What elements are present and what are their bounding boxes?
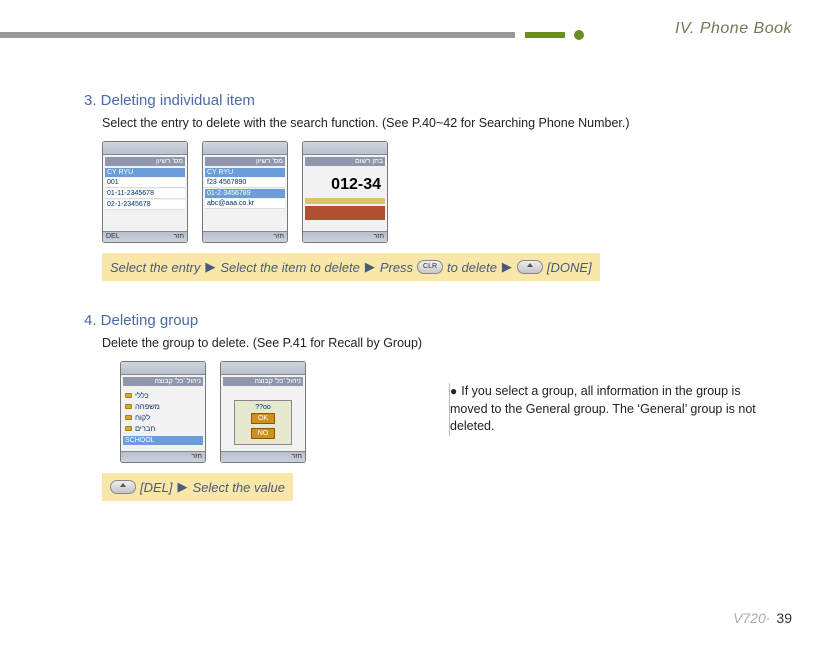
softkey-icon [110,480,136,494]
phone-statusbar [303,142,387,155]
phone-selected-row: CY RYU [205,168,285,177]
softkey-right: חזר [191,453,202,463]
phone-row: 02-1-2345678 [105,200,185,210]
folder-icon [125,393,132,398]
section4-intro: Delete the group to delete. (See P.41 fo… [102,335,764,351]
folder-icon [125,415,132,420]
clr-key-icon [417,260,443,274]
header-green-segment [525,32,565,38]
phone-softkeys: חזר [121,451,205,463]
phone-screenshot-delete-dialog: ניהול 'כל' קבוצה ??oo OK NO חזר [220,361,306,463]
section4-title: 4. Deleting group [84,312,764,329]
list-item: משפחה [135,402,160,411]
phone-softkeys: חזר [203,231,287,243]
list-item: לקוח [135,413,150,422]
phone-statusbar [103,142,187,155]
phone-title: ניהול 'כל' קבוצה [223,377,303,386]
section3-intro: Select the entry to delete with the sear… [102,115,724,131]
step-text: Select the item to delete [220,260,359,275]
phone-title: בחן רשום [305,157,385,166]
phone-screenshot-delete-confirm: בחן רשום 012-34 חזר [302,141,388,243]
header-green-dot [574,30,584,40]
phone-screenshot-entry-list: מס' רשיון CY RYU 001 01-11-2345678 02-1-… [102,141,188,243]
softkey-right: חזר [273,233,284,243]
page-number: 39 [776,610,792,626]
phone-row: 001 [105,178,185,188]
section3-step-highlight: Select the entry ▶ Select the item to de… [102,253,600,281]
step-text: Select the value [193,480,286,495]
phone-decoration [305,198,385,204]
step-text: to delete [447,260,497,275]
phone-selected-row: 01-2·3456789 [205,189,285,198]
section-deleting-individual-item: 3. Deleting individual item Select the e… [84,92,724,281]
section4-note: ●If you select a group, all information … [449,383,779,436]
step-text: [DEL] [140,480,173,495]
section3-title: 3. Deleting individual item [84,92,724,109]
section3-phone-screenshots: מס' רשיון CY RYU 001 01-11-2345678 02-1-… [102,141,724,243]
phone-selected-row: SCHOOL [123,436,203,445]
group-list: כללי משפחה לקוח חברים [123,388,203,436]
dialog-no-button: NO [251,428,276,439]
triangle-icon: ▶ [502,259,512,275]
phone-statusbar [203,142,287,155]
phone-statusbar [221,362,305,375]
phone-title: ניהול 'כל' קבוצה [123,377,203,386]
phone-screenshot-item-detail: מס' רשיון CY RYU f23·4567890 01-2·345678… [202,141,288,243]
phone-softkeys: חזר [303,231,387,243]
step-text: [DONE] [547,260,592,275]
dialog-text: ??oo [238,404,289,411]
phone-number-display: 012-34 [305,168,385,194]
folder-icon [125,426,132,431]
note-text: If you select a group, all information i… [450,384,756,433]
softkey-left: DEL [106,233,120,243]
list-item: חברים [135,424,155,433]
phone-selected-row: CY RYU [105,168,185,177]
step-text: Select the entry [110,260,200,275]
confirm-dialog: ??oo OK NO [234,400,293,445]
bullet-icon: ● [450,384,457,398]
section-deleting-group: 4. Deleting group Delete the group to de… [84,312,764,501]
phone-row: 01-11-2345678 [105,189,185,199]
model-label: V720· [733,610,770,626]
phone-row: f23·4567890 [205,178,285,188]
softkey-right: חזר [373,233,384,243]
softkey-icon [517,260,543,274]
triangle-icon: ▶ [365,259,375,275]
phone-row: abc@aaa.co.kr [205,199,285,209]
phone-softkeys: DEL חזר [103,231,187,243]
triangle-icon: ▶ [178,479,188,495]
softkey-right: חזר [173,233,184,243]
phone-title: מס' רשיון [205,157,285,166]
phone-screenshot-group-list: ניהול 'כל' קבוצה כללי משפחה לקוח חברים S… [120,361,206,463]
folder-icon [125,404,132,409]
page-footer: V720· 39 [733,610,792,626]
phone-title: מס' רשיון [105,157,185,166]
phone-statusbar [121,362,205,375]
step-text: Press [380,260,413,275]
list-item: כללי [135,391,149,400]
softkey-right: חזר [291,453,302,463]
header-gray-line [0,32,515,38]
triangle-icon: ▶ [205,259,215,275]
dialog-ok-button: OK [251,413,275,424]
section4-step-highlight: [DEL] ▶ Select the value [102,473,293,501]
phone-decoration [305,206,385,220]
chapter-title: IV. Phone Book [675,20,792,38]
phone-softkeys: חזר [221,451,305,463]
